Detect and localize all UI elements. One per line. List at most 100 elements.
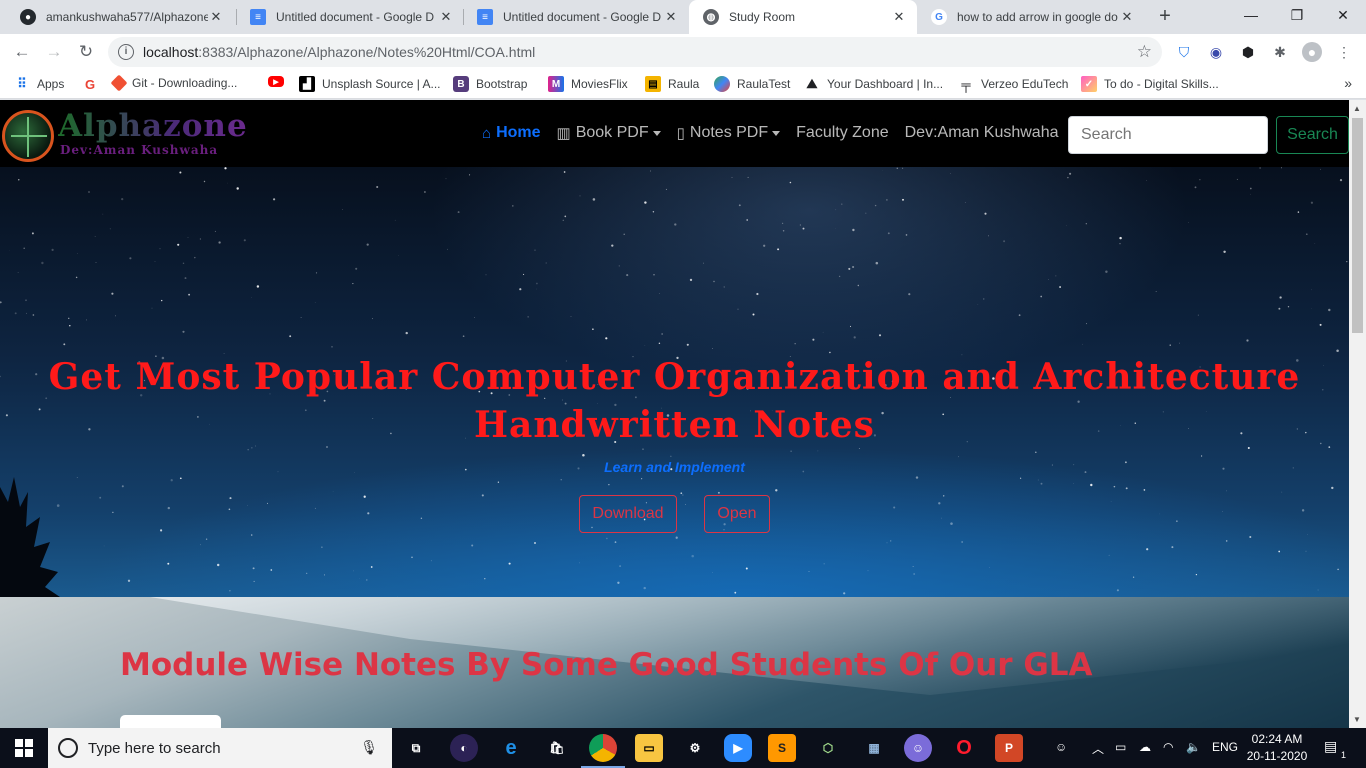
puzzle-extensions-icon[interactable]: ✱ [1270,42,1290,62]
wifi-icon[interactable]: ◠ [1163,740,1173,754]
input-language[interactable]: ENG [1212,740,1238,754]
profile-avatar-icon[interactable]: ● [1302,42,1322,62]
microphone-icon[interactable]: 🎙 [360,739,378,756]
star [497,481,500,483]
nav-faculty-zone[interactable]: Faculty Zone [796,124,888,142]
action-center-icon[interactable]: ▤ 1 [1324,738,1346,760]
tab-google-doc-1[interactable]: ≡ Untitled document - Google D ✕ [236,0,464,34]
tab-google-doc-2[interactable]: ≡ Untitled document - Google D ✕ [463,0,689,34]
people-icon[interactable]: ☺ [1055,740,1067,754]
site-search-input[interactable] [1068,116,1268,154]
volume-icon[interactable]: 🔈 [1186,740,1201,754]
star [188,293,191,296]
close-icon[interactable]: ✕ [891,9,907,25]
chrome-taskbar-icon[interactable] [581,734,625,768]
notes-card[interactable] [120,715,221,728]
powerpoint-icon[interactable]: P [995,734,1023,762]
star [1113,485,1116,488]
bookmark-star-icon[interactable]: ☆ [1137,42,1152,62]
onedrive-cloud-icon[interactable]: ☁ [1139,740,1151,754]
vpn-extension-icon[interactable]: ◉ [1206,42,1226,62]
page-scrollbar[interactable]: ▲ ▼ [1349,100,1366,728]
nav-book-pdf[interactable]: ▥ Book PDF [557,124,661,142]
bookmark-youtube[interactable]: ▶ [268,76,291,87]
microsoft-store-icon[interactable]: 🛍 [543,734,571,762]
bookmark-todo[interactable]: ✓ To do - Digital Skills... [1081,76,1219,92]
home-icon: ⌂ [482,124,492,142]
new-tab-button[interactable]: + [1153,5,1177,29]
cube-app-icon[interactable]: ⬡ [814,734,842,762]
star [179,477,182,480]
shield-extension-icon[interactable]: ⛉ [1174,42,1194,62]
site-info-icon[interactable]: i [118,44,134,60]
star [617,581,620,584]
tab-study-room[interactable]: ◍ Study Room ✕ [689,0,917,34]
scroll-up-arrow-icon[interactable]: ▲ [1353,104,1361,113]
close-icon[interactable]: ✕ [438,9,454,25]
bookmark-dashboard[interactable]: ⛰ Your Dashboard | In... [804,76,944,92]
nav-notes-pdf[interactable]: ▯ Notes PDF [677,124,781,142]
back-arrow-icon[interactable]: ← [10,40,34,64]
restore-icon[interactable]: ❐ [1274,0,1320,32]
bookmark-raulatest[interactable]: RaulaTest [714,76,790,92]
star [352,283,354,285]
star [1176,520,1178,522]
eclipse-icon[interactable]: ◐ [450,734,478,762]
edge-icon[interactable]: e [497,734,525,762]
bookmark-git[interactable]: Git - Downloading... [110,74,237,92]
bookmark-moviesflix[interactable]: M MoviesFlix [548,76,628,92]
zoom-icon[interactable]: ▶ [724,734,752,762]
site-logo[interactable]: Alphazone Dev:Aman Kushwaha [2,108,272,162]
taskbar-clock[interactable]: 02:24 AM 20-11-2020 [1246,731,1308,765]
star [984,212,987,215]
bookmark-google[interactable]: G [82,76,105,92]
bookmark-raula[interactable]: ▤ Raula [645,76,699,92]
chrome-menu-icon[interactable]: ⋮ [1334,42,1354,62]
star [363,495,366,498]
star [1339,179,1343,182]
address-bar[interactable]: i localhost:8383/Alphazone/Alphazone/Not… [108,37,1162,67]
tab-github[interactable]: ● amankushwaha577/Alphazone ✕ [6,0,234,34]
star [1090,483,1093,487]
bookmark-unsplash[interactable]: ▟ Unsplash Source | A... [299,76,441,92]
forward-arrow-icon[interactable]: → [42,40,66,64]
nav-home[interactable]: ⌂ Home [482,124,541,142]
star [812,338,815,341]
sublime-text-icon[interactable]: S [768,734,796,762]
download-button[interactable]: Download [579,495,677,533]
star [109,228,111,230]
bookmark-verzeo[interactable]: ╤ Verzeo EduTech [958,76,1068,92]
scrollbar-thumb[interactable] [1352,118,1363,333]
minimize-icon[interactable]: — [1228,0,1274,32]
scroll-down-arrow-icon[interactable]: ▼ [1353,715,1361,724]
close-icon[interactable]: ✕ [663,9,679,25]
github-desktop-icon[interactable]: ☺ [904,734,932,762]
opera-icon[interactable]: O [950,734,978,762]
battery-icon[interactable]: ▭ [1115,740,1126,754]
monitor-app-icon[interactable]: ▦ [860,734,888,762]
bookmark-apps[interactable]: ⠿ Apps [14,76,64,92]
cube-extension-icon[interactable]: ⬢ [1238,42,1258,62]
star [177,243,180,246]
tab-google-search[interactable]: G how to add arrow in google do ✕ [917,0,1145,34]
settings-document-icon[interactable]: ⚙ [681,734,709,762]
star [366,579,368,581]
taskbar-search-box[interactable]: Type here to search 🎙 [48,728,392,768]
star [23,247,25,250]
star [606,537,608,540]
file-explorer-icon[interactable]: ▭ [635,734,663,762]
site-search-button[interactable]: Search [1276,116,1349,154]
task-view-icon[interactable]: ⧉ [402,734,430,762]
show-hidden-icons-icon[interactable]: ︿ [1092,740,1104,757]
star [734,591,737,594]
close-icon[interactable]: ✕ [1119,9,1135,25]
close-icon[interactable]: ✕ [208,9,224,25]
window-close-icon[interactable]: ✕ [1320,0,1366,32]
windows-start-icon[interactable] [0,728,48,768]
open-button[interactable]: Open [704,495,770,533]
bookmark-bootstrap[interactable]: B Bootstrap [453,76,527,92]
nav-developer[interactable]: Dev:Aman Kushwaha [905,124,1059,142]
reload-icon[interactable]: ↻ [74,40,98,64]
more-bookmarks-icon[interactable]: » [1344,75,1352,91]
star [1236,178,1238,180]
